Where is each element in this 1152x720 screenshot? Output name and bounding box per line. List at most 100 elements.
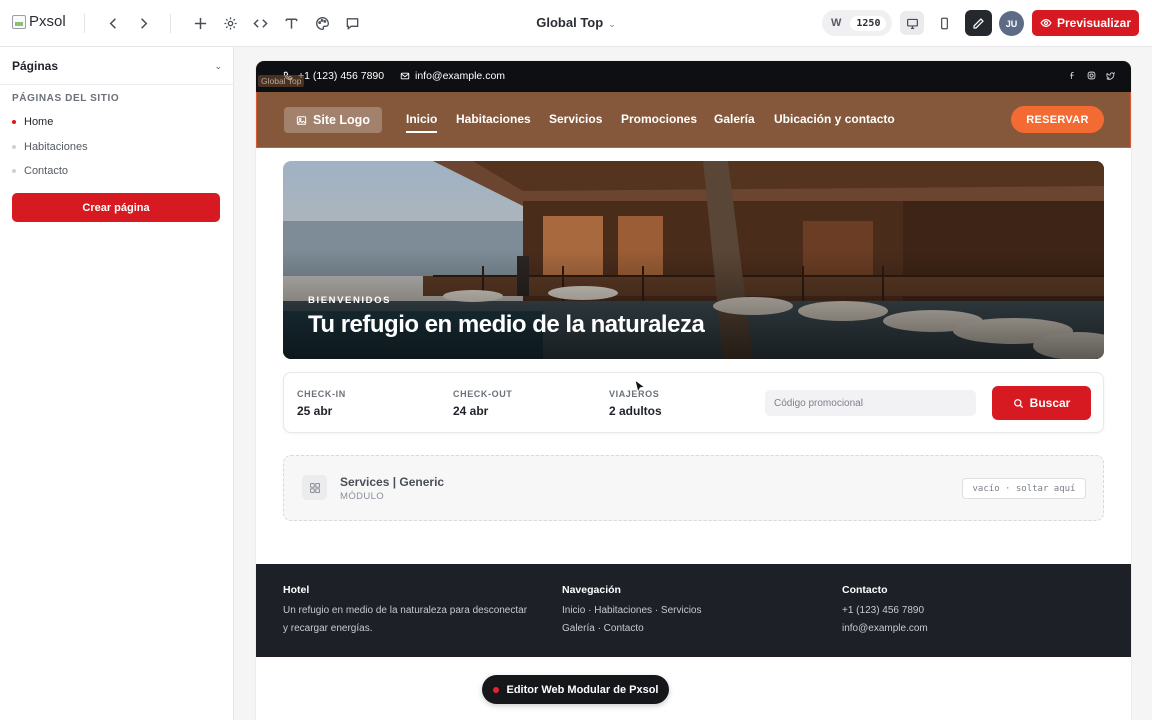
editor-badge: Editor Web Modular de Pxsol <box>482 675 669 704</box>
footer-nav-heading: Navegación <box>562 584 621 596</box>
chevron-down-icon[interactable]: ⌄ <box>214 61 222 72</box>
redo-chevron-right-icon[interactable] <box>132 12 154 34</box>
site-logo-label: Site Logo <box>313 113 370 127</box>
info-email: info@example.com <box>400 70 505 82</box>
logo-alt-text: Pxsol <box>29 13 66 30</box>
pxsol-logo[interactable]: Pxsol <box>12 13 66 30</box>
search-button[interactable]: Buscar <box>992 386 1091 420</box>
checkout-value: 24 abr <box>453 404 489 418</box>
footer-contact-heading: Contacto <box>842 584 888 596</box>
top-info-bar[interactable]: +1 (123) 456 7890 info@example.com Globa… <box>256 61 1131 92</box>
width-value[interactable]: 1250 <box>850 15 887 31</box>
twitter-icon[interactable] <box>1106 71 1115 80</box>
guests-field[interactable]: VIAJEROS 2 adultos <box>609 389 662 418</box>
nav-link-inicio[interactable]: Inicio <box>406 112 438 133</box>
user-avatar[interactable]: JU <box>999 11 1024 36</box>
page-item-contacto[interactable]: Contacto <box>12 165 68 177</box>
settings-gear-icon[interactable] <box>219 12 241 34</box>
drop-zone-hint[interactable]: vacío · soltar aquí <box>962 478 1086 499</box>
active-dot-icon <box>12 120 16 124</box>
undo-chevron-left-icon[interactable] <box>102 12 124 34</box>
search-icon <box>1013 398 1023 408</box>
footer-nav-links[interactable]: Galería · Contacto <box>562 620 832 638</box>
nav-link-promociones[interactable]: Promociones <box>621 112 697 126</box>
image-icon <box>296 115 307 125</box>
facebook-icon[interactable] <box>1068 71 1077 80</box>
panel-divider <box>0 84 233 85</box>
toolbar-divider <box>84 14 85 33</box>
footer-contact-column: Contacto +1 (123) 456 7890 info@example.… <box>842 584 1112 638</box>
page-canvas: +1 (123) 456 7890 info@example.com Globa… <box>256 61 1131 720</box>
promo-code-input[interactable] <box>765 390 976 416</box>
eye-icon <box>1040 19 1052 27</box>
text-type-icon[interactable] <box>280 12 302 34</box>
hero-banner[interactable]: BIENVENIDOS Tu refugio en medio de la na… <box>283 161 1104 359</box>
social-links <box>1068 71 1115 80</box>
pages-panel-header[interactable]: Páginas ⌄ <box>12 59 222 73</box>
module-title: Services | Generic <box>340 475 445 489</box>
page-item-label: Contacto <box>24 165 69 177</box>
palette-icon[interactable] <box>311 12 333 34</box>
module-type-label: MÓDULO <box>340 491 385 502</box>
site-pages-section-label: PÁGINAS DEL SITIO <box>12 93 120 104</box>
site-navbar[interactable]: Site Logo Inicio Habitaciones Servicios … <box>256 92 1131 148</box>
page-item-label: Habitaciones <box>24 141 88 153</box>
nav-link-habitaciones[interactable]: Habitaciones <box>456 112 531 126</box>
add-icon[interactable] <box>189 12 211 34</box>
footer-hotel-column: Hotel Un refugio en medio de la naturale… <box>283 584 553 638</box>
dot-icon <box>12 169 16 173</box>
create-page-button[interactable]: Crear página <box>12 193 220 222</box>
preview-button[interactable]: Previsualizar <box>1032 10 1139 36</box>
chevron-down-icon: ⌄ <box>608 19 616 29</box>
mail-icon <box>400 72 410 80</box>
footer-hotel-text: Un refugio en medio de la naturaleza par… <box>283 605 528 616</box>
nav-link-ubicacion[interactable]: Ubicación y contacto <box>774 112 895 126</box>
desktop-view-icon[interactable] <box>900 11 924 35</box>
pages-panel-title: Páginas <box>12 59 59 73</box>
nav-link-galeria[interactable]: Galería <box>714 112 755 126</box>
preview-label: Previsualizar <box>1056 16 1132 30</box>
width-control[interactable]: W 1250 <box>822 10 892 36</box>
footer-hotel-heading: Hotel <box>283 584 310 596</box>
footer-nav-column: Navegación Inicio · Habitaciones · Servi… <box>562 584 832 638</box>
hero-headline: Tu refugio en medio de la naturaleza <box>308 311 705 338</box>
checkout-label: CHECK-OUT <box>453 389 513 399</box>
guests-value: 2 adultos <box>609 404 662 418</box>
section-tag: Global Top <box>258 75 305 87</box>
document-title-dropdown[interactable]: Global Top ⌄ <box>536 15 615 30</box>
footer-contact-email[interactable]: info@example.com <box>842 620 1112 638</box>
checkin-value: 25 abr <box>297 404 333 418</box>
site-logo[interactable]: Site Logo <box>284 107 382 133</box>
checkin-label: CHECK-IN <box>297 389 346 399</box>
checkin-field[interactable]: CHECK-IN 25 abr <box>297 389 346 418</box>
edit-pen-icon[interactable] <box>965 10 992 36</box>
checkout-field[interactable]: CHECK-OUT 24 abr <box>453 389 512 418</box>
footer-hotel-text: y recargar energías. <box>283 623 373 634</box>
page-item-habitaciones[interactable]: Habitaciones <box>12 141 88 153</box>
site-footer: Hotel Un refugio en medio de la naturale… <box>256 564 1131 657</box>
dot-icon <box>12 145 16 149</box>
broken-image-icon <box>12 14 26 29</box>
mouse-cursor-icon <box>634 379 646 393</box>
editor-badge-label: Editor Web Modular de Pxsol <box>506 683 659 696</box>
reservar-button[interactable]: RESERVAR <box>1011 106 1104 133</box>
info-phone-text: +1 (123) 456 7890 <box>298 70 385 82</box>
document-title: Global Top <box>536 15 604 30</box>
footer-contact-phone: +1 (123) 456 7890 <box>842 605 925 616</box>
width-label: W <box>831 17 842 29</box>
top-toolbar: Pxsol Global Top ⌄ W 1250 JU Previsualiz… <box>0 0 1152 47</box>
nav-link-servicios[interactable]: Servicios <box>549 112 602 126</box>
code-icon[interactable] <box>249 12 271 34</box>
footer-nav-links[interactable]: Inicio · Habitaciones · Servicios <box>562 602 832 620</box>
instagram-icon[interactable] <box>1087 71 1096 80</box>
status-dot-icon <box>492 686 499 693</box>
toolbar-divider <box>170 14 171 33</box>
grid-icon <box>302 475 327 500</box>
info-email-text: info@example.com <box>415 70 506 82</box>
mobile-view-icon[interactable] <box>932 11 956 35</box>
booking-widget: CHECK-IN 25 abr CHECK-OUT 24 abr VIAJERO… <box>283 372 1104 433</box>
comment-icon[interactable] <box>341 12 363 34</box>
pages-panel: Páginas ⌄ PÁGINAS DEL SITIO Home Habitac… <box>0 47 234 720</box>
services-module-placeholder[interactable]: Services | Generic MÓDULO vacío · soltar… <box>283 455 1104 521</box>
page-item-home[interactable]: Home <box>12 116 53 128</box>
